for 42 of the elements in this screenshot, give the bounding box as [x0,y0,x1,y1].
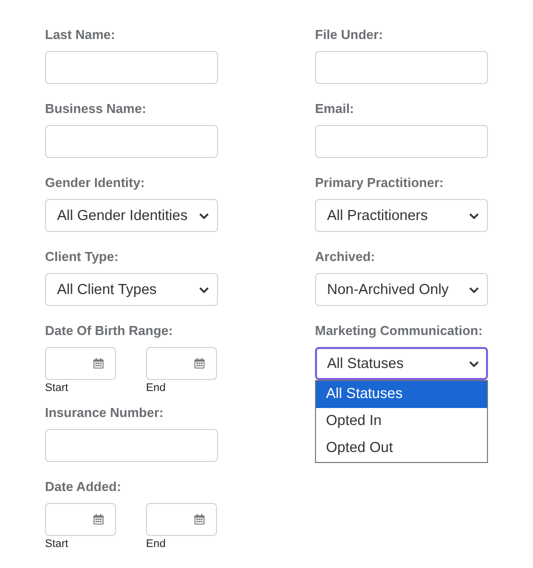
calendar-icon [194,514,205,525]
dropdown-select[interactable]: All Practitioners [315,199,488,232]
chevron-down-icon [199,212,209,218]
text-field[interactable] [315,125,488,158]
text-field[interactable] [45,429,218,462]
field-label: Date Of Birth Range: [45,322,173,340]
field-label: Primary Practitioner: [315,174,444,192]
dropdown-select[interactable]: All Gender Identities [45,199,218,232]
field-label: Business Name: [45,100,146,118]
dropdown-select[interactable]: Non-Archived Only [315,273,488,306]
field-label: Email: [315,100,354,118]
date-field[interactable] [146,347,217,380]
field-label: Archived: [315,248,375,266]
dropdown-select[interactable]: All Client Types [45,273,218,306]
date-field[interactable] [146,503,217,536]
start-label: Start [45,537,68,551]
chevron-down-icon [469,360,479,366]
field-label: Last Name: [45,26,116,44]
field-label: Date Added: [45,478,122,496]
end-label: End [146,537,166,551]
field-label: File Under: [315,26,383,44]
chevron-down-icon [469,286,479,292]
chevron-down-icon [469,212,479,218]
calendar-icon [194,358,205,369]
calendar-icon [93,358,104,369]
field-label: Insurance Number: [45,404,164,422]
field-label: Marketing Communication: [315,322,483,340]
chevron-down-icon [199,286,209,292]
date-field[interactable] [45,347,116,380]
dropdown-option[interactable]: All Statuses [316,381,487,408]
dropdown-select[interactable]: All Statuses [315,347,488,380]
text-field[interactable] [315,51,488,84]
text-field[interactable] [45,51,218,84]
end-label: End [146,381,166,395]
dropdown-option[interactable]: Opted Out [316,435,487,462]
start-label: Start [45,381,68,395]
text-field[interactable] [45,125,218,158]
dropdown-option[interactable]: Opted In [316,408,487,435]
calendar-icon [93,514,104,525]
field-label: Client Type: [45,248,118,266]
date-field[interactable] [45,503,116,536]
field-label: Gender Identity: [45,174,145,192]
